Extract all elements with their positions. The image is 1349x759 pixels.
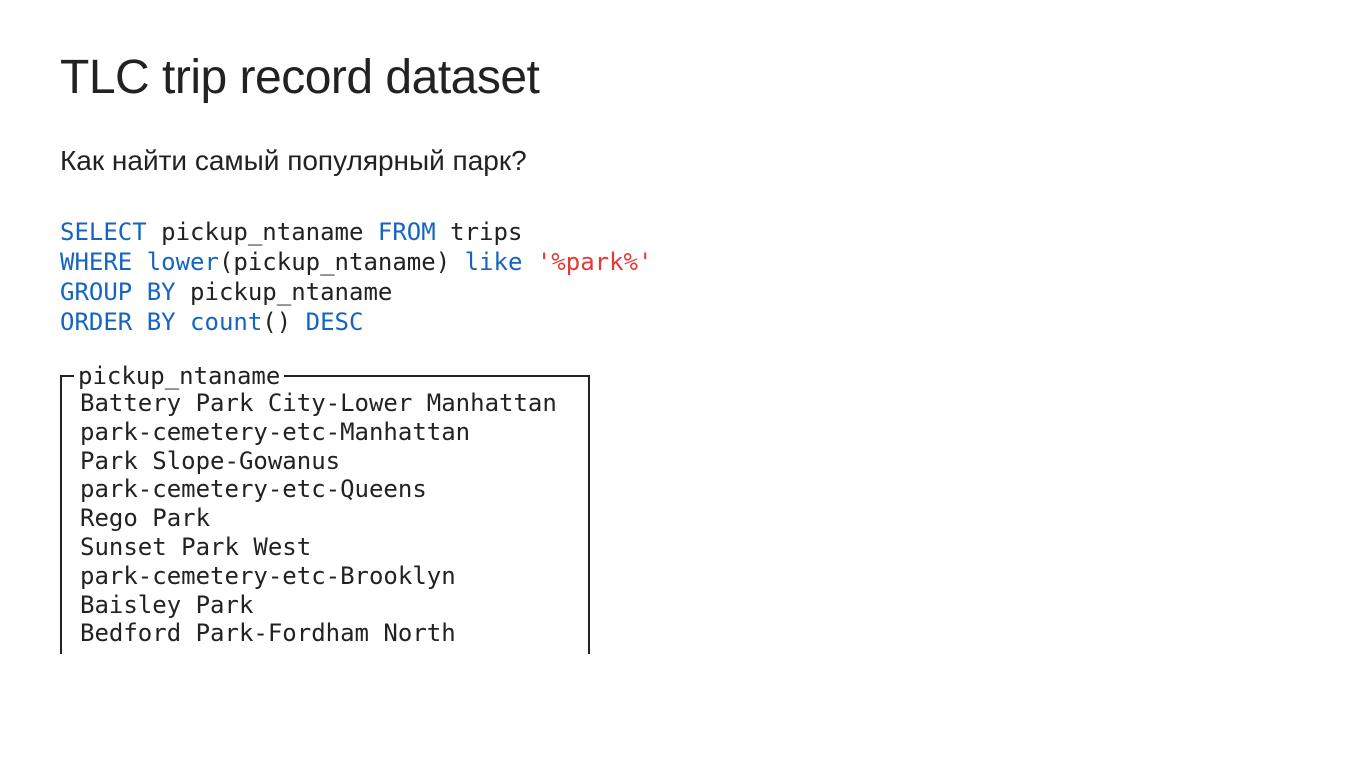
subtitle: Как найти самый популярный парк? — [60, 145, 1289, 177]
fn-lower: lower — [147, 248, 219, 276]
output-row: Bedford Park-Fordham North — [80, 619, 570, 648]
kw-like: like — [465, 248, 523, 276]
slide: TLC trip record dataset Как найти самый … — [0, 0, 1349, 704]
fn-arg: (pickup_ntaname) — [219, 248, 450, 276]
output-row: Park Slope-Gowanus — [80, 447, 570, 476]
output-row: Battery Park City-Lower Manhattan — [80, 389, 570, 418]
count-parens: () — [262, 308, 291, 336]
str-pattern: '%park%' — [537, 248, 653, 276]
kw-groupby: GROUP BY — [60, 278, 176, 306]
kw-select: SELECT — [60, 218, 147, 246]
kw-from: FROM — [378, 218, 436, 246]
kw-where: WHERE — [60, 248, 132, 276]
fn-count: count — [190, 308, 262, 336]
sql-query: SELECT pickup_ntaname FROM trips WHERE l… — [60, 217, 1289, 337]
output-column-header: pickup_ntaname — [74, 362, 284, 391]
kw-desc: DESC — [306, 308, 364, 336]
output-row: park-cemetery-etc-Manhattan — [80, 418, 570, 447]
group-col: pickup_ntaname — [190, 278, 392, 306]
page-title: TLC trip record dataset — [60, 50, 1289, 105]
output-row: Baisley Park — [80, 591, 570, 620]
output-row: park-cemetery-etc-Brooklyn — [80, 562, 570, 591]
output-rows: Battery Park City-Lower Manhattan park-c… — [62, 377, 588, 654]
output-row: Sunset Park West — [80, 533, 570, 562]
output-row: park-cemetery-etc-Queens — [80, 475, 570, 504]
col-name: pickup_ntaname — [161, 218, 363, 246]
output-row: Rego Park — [80, 504, 570, 533]
query-output: pickup_ntaname Battery Park City-Lower M… — [60, 375, 590, 654]
kw-orderby: ORDER BY — [60, 308, 176, 336]
table-name: trips — [450, 218, 522, 246]
